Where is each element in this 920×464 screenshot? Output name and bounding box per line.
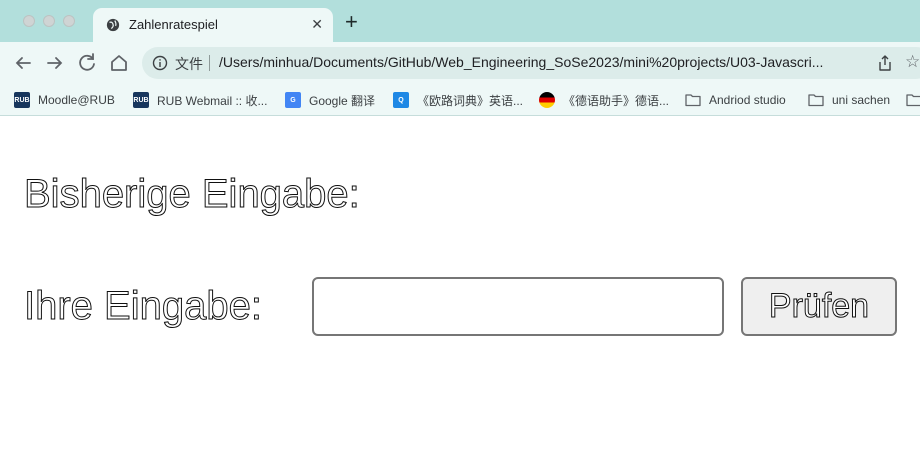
bookmark-moodle-rub[interactable]: RUB Moodle@RUB	[14, 91, 115, 109]
check-button[interactable]: Prüfen	[741, 277, 897, 336]
folder-icon	[808, 94, 824, 107]
omnibox-divider	[209, 55, 210, 71]
bookmark-label: Moodle@RUB	[38, 93, 115, 107]
guess-input[interactable]	[312, 277, 724, 336]
home-icon[interactable]	[107, 51, 131, 75]
new-tab-button[interactable]: +	[345, 11, 358, 33]
guess-input-label: Ihre Eingabe:	[24, 284, 263, 329]
bookmark-rub-webmail[interactable]: RUB RUB Webmail :: 收...	[133, 91, 267, 109]
scheme-label: 文件	[175, 56, 203, 72]
bookmark-dehelper[interactable]: 《德语助手》德语...	[539, 91, 669, 109]
bookmark-google-translate[interactable]: G Google 翻译	[285, 91, 375, 109]
german-flag-icon	[539, 92, 555, 108]
bookmark-eudic[interactable]: Q 《欧路词典》英语...	[393, 91, 523, 109]
address-bar[interactable]: 文件 /Users/minhua/Documents/GitHub/Web_En…	[142, 47, 920, 79]
previous-guesses-heading: Bisherige Eingabe:	[24, 172, 361, 217]
eudic-icon: Q	[393, 92, 409, 108]
folder-icon	[906, 94, 920, 107]
bookmark-label: Google 翻译	[309, 93, 376, 108]
maximize-window-button[interactable]	[63, 15, 75, 27]
back-icon[interactable]	[11, 51, 35, 75]
bookmark-label: Andriod studio	[709, 93, 786, 107]
bookmarks-bar: RUB Moodle@RUB RUB RUB Webmail :: 收... G…	[0, 84, 920, 116]
check-button-label: Prüfen	[768, 287, 870, 326]
minimize-window-button[interactable]	[43, 15, 55, 27]
info-icon[interactable]	[152, 55, 168, 71]
bookmark-star-icon[interactable]: ☆	[905, 52, 920, 72]
url-text[interactable]: /Users/minhua/Documents/GitHub/Web_Engin…	[219, 54, 861, 70]
tab-zahlenratespiel[interactable]: Zahlenratespiel ✕	[93, 8, 333, 42]
globe-icon	[106, 18, 120, 32]
bookmark-label: uni sachen	[832, 93, 891, 107]
folder-icon	[685, 94, 701, 107]
bookmark-folder-andriod-studio[interactable]: Andriod studio	[685, 91, 786, 109]
tab-title: Zahlenratespiel	[129, 17, 218, 32]
bookmark-label: RUB Webmail :: 收...	[157, 93, 268, 108]
tab-strip: Zahlenratespiel ✕ +	[0, 0, 920, 42]
forward-icon[interactable]	[43, 51, 67, 75]
close-window-button[interactable]	[23, 15, 35, 27]
rub-icon: RUB	[133, 92, 149, 108]
bookmark-label: 《德语助手》德语...	[563, 93, 670, 108]
bookmark-label: 《欧路词典》英语...	[417, 93, 524, 108]
bookmark-folder-uni-sachen[interactable]: uni sachen	[808, 91, 890, 109]
bookmark-folder-overflow[interactable]	[906, 91, 920, 109]
reload-icon[interactable]	[75, 51, 99, 75]
rub-icon: RUB	[14, 92, 30, 108]
google-translate-icon: G	[285, 92, 301, 108]
share-icon[interactable]	[877, 55, 893, 71]
browser-toolbar: 文件 /Users/minhua/Documents/GitHub/Web_En…	[0, 42, 920, 84]
close-tab-icon[interactable]: ✕	[311, 16, 323, 32]
